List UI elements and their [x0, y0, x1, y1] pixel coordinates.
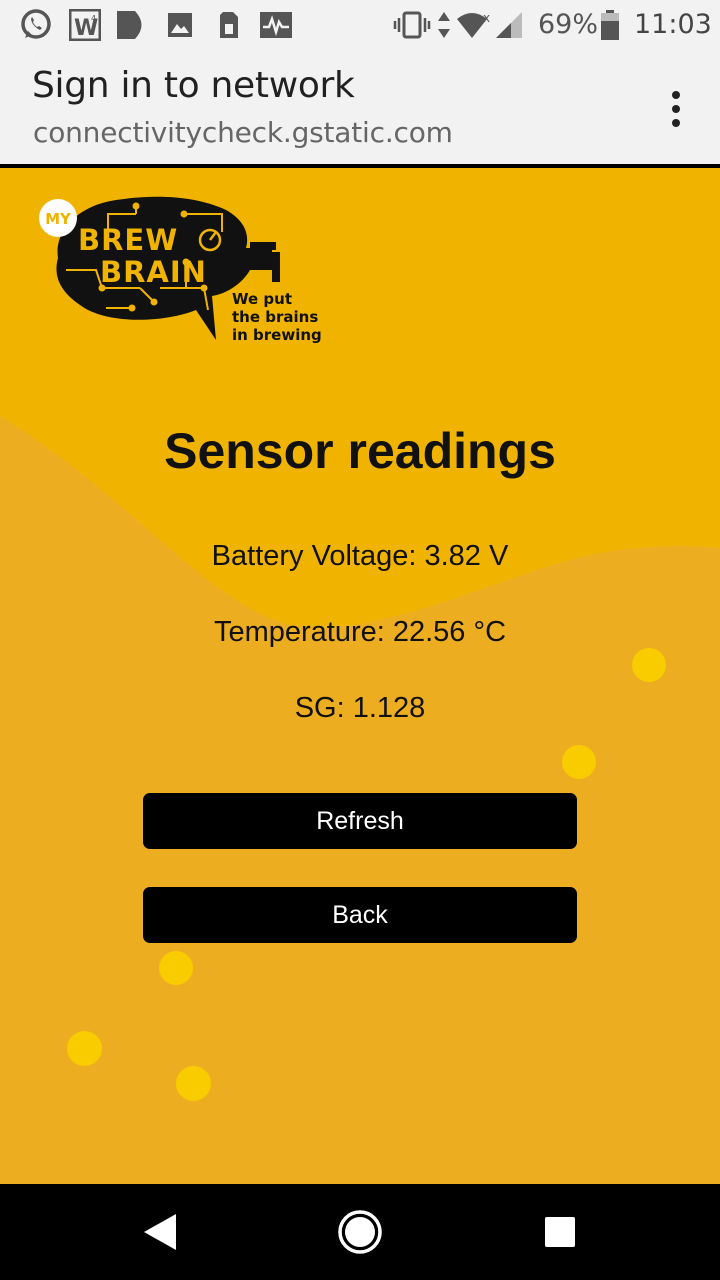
page-url: connectivitycheck.gstatic.com [33, 116, 453, 149]
bubble [632, 648, 666, 682]
battery-voltage-reading: Battery Voltage: 3.82 V [211, 540, 509, 572]
sg-reading: SG: 1.128 [294, 692, 426, 724]
bubble [159, 951, 193, 985]
svg-text:4: 4 [91, 14, 96, 23]
recents-icon[interactable] [520, 1184, 600, 1280]
back-icon[interactable] [120, 1184, 200, 1280]
word-icon: W4 [68, 0, 102, 50]
svg-text:the brains: the brains [232, 308, 318, 326]
clock: 11:03 [634, 9, 712, 40]
maps-icon [114, 0, 150, 50]
svg-text:BREW: BREW [78, 223, 178, 257]
home-icon[interactable] [320, 1184, 400, 1280]
system-nav-bar [0, 1184, 720, 1280]
svg-text:BRAIN: BRAIN [100, 255, 207, 289]
page-title: Sign in to network [32, 65, 355, 106]
svg-text:MY: MY [45, 210, 72, 228]
more-vert-icon[interactable] [656, 84, 696, 134]
battery-percent: 69% [538, 9, 599, 40]
status-bar: W4 x 69% 11:03 [0, 0, 720, 50]
vibrate-icon [392, 0, 432, 50]
image-icon [166, 0, 194, 50]
bubble [176, 1066, 211, 1101]
signal-icon [494, 0, 524, 50]
captive-portal-app-bar: Sign in to network connectivitycheck.gst… [0, 50, 720, 164]
wifi-icon: x [454, 0, 494, 50]
bubble [562, 745, 596, 779]
sensor-readings-heading: Sensor readings [164, 423, 556, 479]
activity-icon [258, 0, 294, 50]
page-content: MY BREW BRAIN We put the brains in brewi… [0, 168, 720, 1184]
svg-text:in brewing: in brewing [232, 326, 322, 344]
bubble [67, 1031, 102, 1066]
data-arrows-icon [436, 0, 452, 50]
whatsapp-icon [18, 0, 54, 50]
mybrewbrain-logo: MY BREW BRAIN We put the brains in brewi… [39, 196, 322, 344]
back-button[interactable]: Back [143, 887, 577, 943]
svg-text:x: x [483, 11, 490, 25]
battery-icon [598, 0, 622, 50]
sim-icon [218, 0, 240, 50]
refresh-button[interactable]: Refresh [143, 793, 577, 849]
temperature-reading: Temperature: 22.56 °C [213, 616, 507, 648]
svg-text:We put: We put [232, 290, 292, 308]
